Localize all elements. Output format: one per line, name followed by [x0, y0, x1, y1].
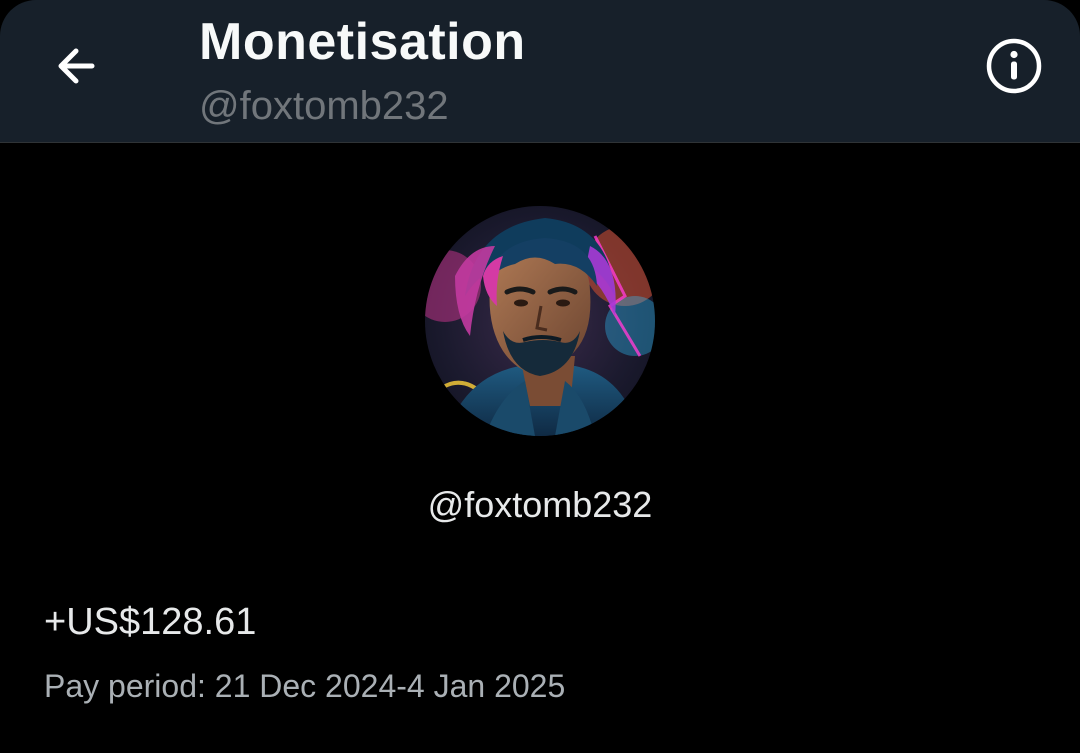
- profile-handle: @foxtomb232: [427, 484, 653, 525]
- info-circle-icon: [986, 38, 1042, 94]
- profile-avatar[interactable]: [425, 206, 655, 436]
- pay-period-label: Pay period: 21 Dec 2024-4 Jan 2025: [44, 668, 566, 704]
- earnings-amount: +US$128.61: [44, 601, 257, 643]
- page-subtitle: @foxtomb232: [199, 84, 449, 128]
- page-title: Monetisation: [199, 13, 526, 71]
- arrow-left-icon: [58, 48, 95, 84]
- top-app-bar: Monetisation @foxtomb232: [0, 0, 1080, 143]
- info-button[interactable]: [978, 30, 1050, 102]
- back-button[interactable]: [40, 30, 112, 102]
